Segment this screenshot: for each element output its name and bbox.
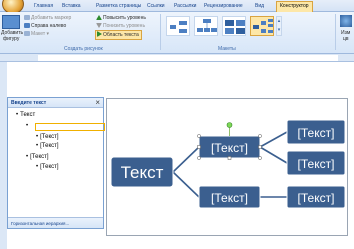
demote-arrow-icon: [96, 23, 102, 28]
ribbon: Добавить фигуру Добавить маркер Справа н…: [0, 12, 354, 54]
rotate-handle[interactable]: [226, 122, 233, 128]
group-separator: [335, 14, 336, 50]
promote-arrow-icon: [96, 15, 102, 20]
resize-handle[interactable]: [227, 156, 232, 160]
change-colors-icon[interactable]: [340, 15, 352, 27]
text-pane-item-level1[interactable]: [Текст]: [26, 154, 48, 161]
resize-handle[interactable]: [197, 134, 201, 138]
ribbon-tabs: Главная Вставка Разметка страницы Ссылки…: [0, 0, 354, 14]
text-pane-item-level1[interactable]: [26, 123, 30, 130]
group-separator: [160, 14, 161, 50]
tab-view[interactable]: Вид: [255, 2, 264, 10]
text-pane-item-root[interactable]: Текст: [16, 112, 35, 119]
close-icon[interactable]: ×: [95, 98, 100, 107]
tab-insert[interactable]: Вставка: [62, 2, 81, 10]
smartart-diagram[interactable]: Текст [Текст] [Текст] [Текст] [Текст] [Т…: [107, 99, 349, 237]
resize-handle[interactable]: [258, 145, 262, 149]
diagram-root-text: Текст: [121, 163, 164, 182]
tab-mailings[interactable]: Рассылки: [174, 2, 196, 10]
text-pane-item-level2[interactable]: [Текст]: [36, 143, 58, 150]
create-group-label: Создать рисунок: [64, 46, 103, 52]
diagram-level2-text: [Текст]: [298, 191, 335, 205]
word-window: Главная Вставка Разметка страницы Ссылки…: [0, 0, 354, 249]
layout-thumb-horizontal-hierarchy[interactable]: [250, 16, 274, 36]
promote-label: Повысить уровень: [103, 15, 146, 21]
connector-line: [172, 171, 200, 198]
diagram-level2-text: [Текст]: [298, 157, 335, 171]
add-bullet-button[interactable]: Добавить маркер: [24, 15, 71, 22]
right-to-left-button[interactable]: Справа налево: [24, 23, 66, 30]
change-colors-label-2[interactable]: цв: [343, 36, 349, 43]
connector-line: [259, 131, 288, 148]
text-pane-icon: [97, 31, 102, 37]
smartart-text-pane: Введите текст × Текст [Текст] [Текст] [Т…: [7, 97, 105, 229]
tab-home[interactable]: Главная: [34, 2, 53, 10]
smartart-frame[interactable]: Текст [Текст] [Текст] [Текст] [Текст] [Т…: [106, 98, 348, 236]
add-bullet-label: Добавить маркер: [31, 15, 72, 21]
text-pane-button[interactable]: Область текста: [95, 30, 142, 40]
tab-design[interactable]: Конструктор: [276, 1, 313, 12]
diagram-level2-text: [Текст]: [298, 126, 335, 140]
demote-label: Понизить уровень: [103, 23, 146, 29]
text-pane-title: Введите текст: [11, 100, 47, 106]
layout-thumb-2[interactable]: [194, 16, 218, 36]
diagram-level1-text: [Текст]: [211, 191, 248, 205]
text-pane-header: Введите текст ×: [8, 98, 103, 108]
add-shape-label-2[interactable]: фигуру: [3, 36, 19, 43]
tab-page-layout[interactable]: Разметка страницы: [96, 2, 141, 10]
text-pane-label: Область текста: [103, 32, 139, 38]
layout-thumb-1[interactable]: [166, 16, 190, 36]
layout-icon: [24, 31, 30, 36]
vertical-ruler[interactable]: [0, 62, 7, 249]
diagram-level1-text: [Текст]: [211, 141, 248, 155]
connector-line: [172, 146, 200, 173]
right-to-left-icon: [24, 23, 30, 28]
layout-description-link[interactable]: Горизонтальная иерархия...: [11, 221, 69, 226]
resize-handle[interactable]: [197, 156, 201, 160]
add-shape-icon[interactable]: [2, 15, 20, 29]
text-pane-item-level2[interactable]: [Текст]: [36, 164, 58, 171]
promote-button[interactable]: Повысить уровень: [96, 15, 146, 22]
layout-button[interactable]: Макет ▾: [24, 31, 49, 38]
layouts-group-label: Макеты: [218, 46, 236, 52]
text-pane-item-level2[interactable]: [Текст]: [36, 134, 58, 141]
tab-references[interactable]: Ссылки: [147, 2, 165, 10]
layout-thumb-3[interactable]: [222, 16, 246, 36]
resize-handle[interactable]: [197, 145, 201, 149]
connector-line: [259, 146, 288, 164]
text-pane-footer[interactable]: Горизонтальная иерархия...: [8, 217, 103, 228]
resize-handle[interactable]: [258, 134, 262, 138]
layout-label: Макет: [31, 31, 46, 37]
ruler-page-area: [38, 55, 338, 61]
text-pane-active-item[interactable]: [35, 123, 105, 131]
right-to-left-label: Справа налево: [31, 23, 67, 29]
tab-review[interactable]: Рецензирование: [204, 2, 243, 10]
demote-button[interactable]: Понизить уровень: [96, 23, 145, 30]
horizontal-ruler[interactable]: [0, 54, 354, 62]
resize-handle[interactable]: [258, 156, 262, 160]
add-bullet-icon: [24, 15, 30, 20]
layouts-scroll-button[interactable]: ▴ ▾: [276, 16, 282, 36]
